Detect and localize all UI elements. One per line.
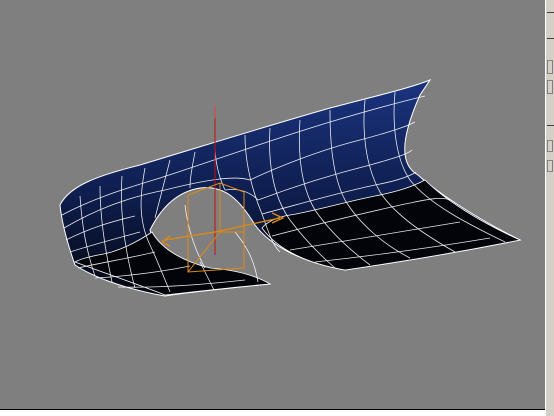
perspective-scene[interactable]: [0, 0, 545, 409]
panel-divider: [547, 125, 554, 126]
viewport-bottom-edge: [0, 409, 545, 416]
panel-button[interactable]: [547, 140, 553, 152]
panel-button[interactable]: [547, 160, 553, 172]
panel-divider: [547, 12, 554, 13]
3d-viewport[interactable]: [0, 0, 554, 416]
panel-button[interactable]: [547, 80, 553, 94]
panel-button[interactable]: [547, 60, 553, 74]
panel-divider: [547, 38, 554, 39]
command-panel-edge[interactable]: [545, 0, 554, 416]
nurbs-surface[interactable]: [59, 78, 522, 297]
